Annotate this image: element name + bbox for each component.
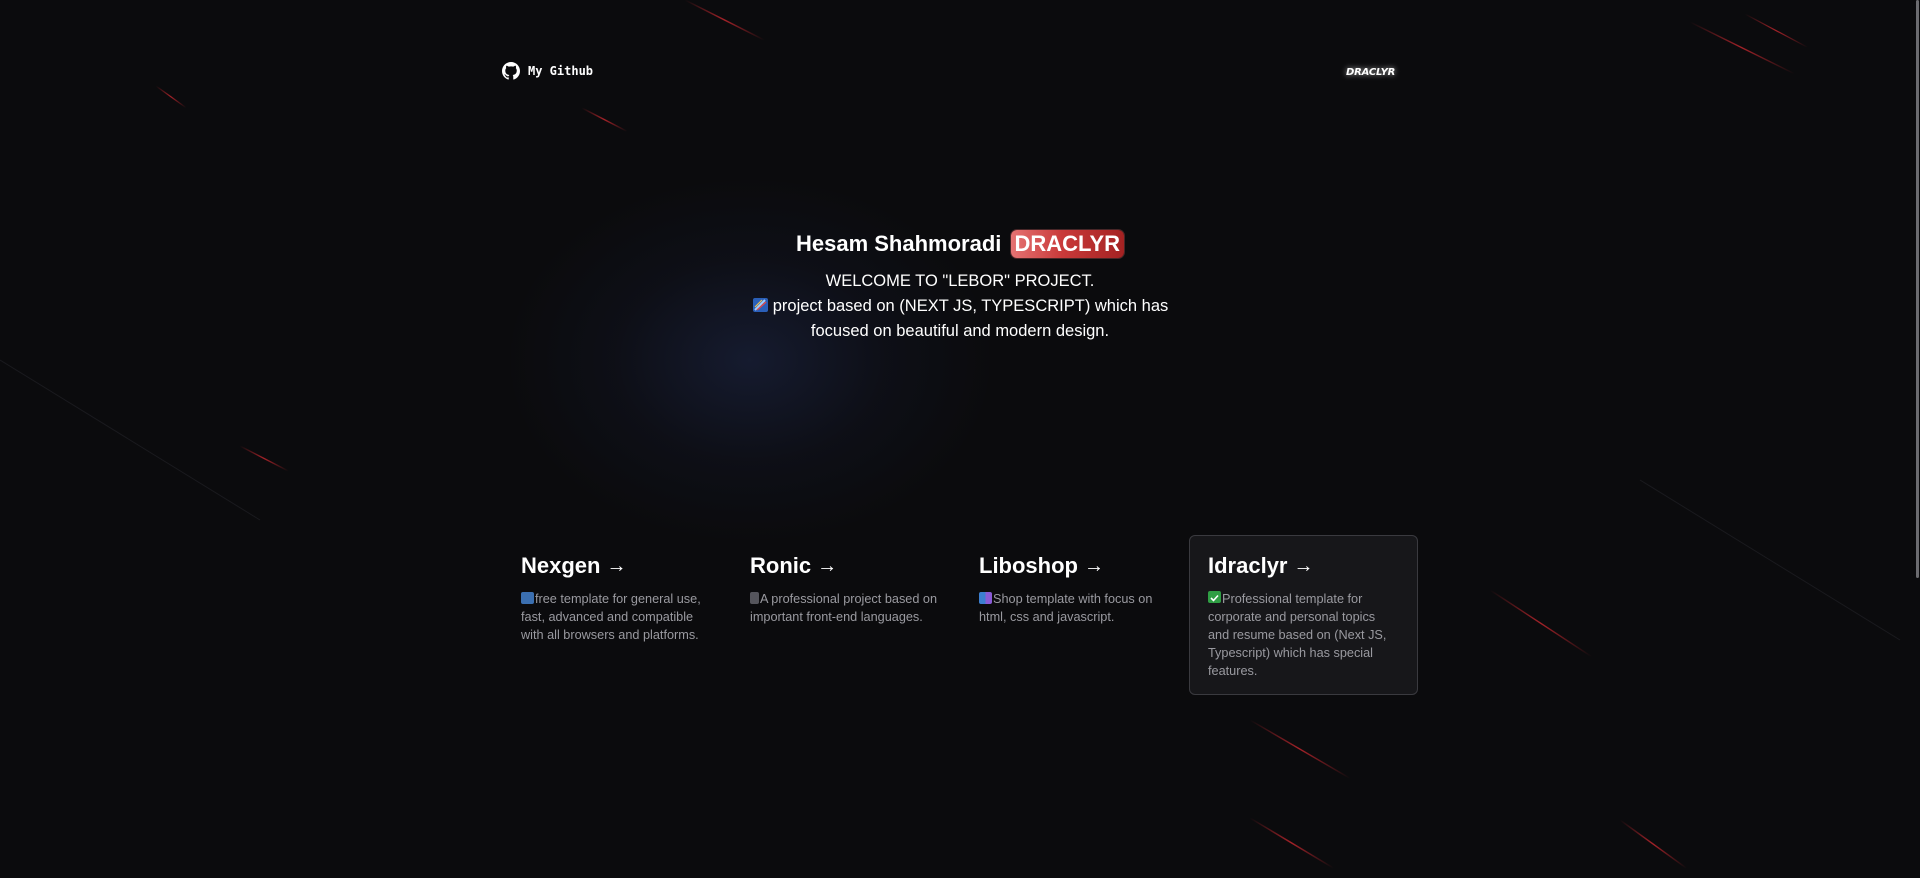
project-cards: Nexgen → free template for general use, … [502,535,1418,695]
page: My Github DRACLYR Hesam Shahmoradi DRACL… [0,0,1920,878]
card-title-text: Ronic [750,553,812,578]
scrollbar-thumb[interactable] [1916,0,1919,578]
card-title: Idraclyr → [1208,552,1399,580]
card-title: Ronic → [750,552,941,580]
streak [581,107,637,137]
shopping-bags-emoji-icon [979,592,992,604]
streak [1689,21,1816,85]
card-description: free template for general use, fast, adv… [521,590,712,644]
rocket-icon [752,296,770,313]
card-description-text: free template for general use, fast, adv… [521,592,701,642]
streak [1639,479,1901,641]
card-description: Professional template for corporate and … [1208,590,1399,680]
project-card-nexgen[interactable]: Nexgen → free template for general use, … [502,535,731,695]
streak [1489,589,1613,671]
github-icon [502,62,520,80]
check-mark-emoji-icon [1208,591,1221,603]
brand-badge: DRACLYR [1010,230,1125,259]
card-description-text: A professional project based on importan… [750,592,938,624]
scrollbar[interactable] [1915,0,1920,878]
card-title-text: Nexgen [521,553,601,578]
card-description-text: Shop template with focus on html, css an… [979,592,1153,624]
hero-line-1: WELCOME TO "LEBOR" PROJECT. [825,272,1095,291]
hero-line-2-wrapper: project based on (NEXT JS, TYPESCRIPT) w… [740,294,1180,319]
card-title: Nexgen → [521,552,712,580]
streak [1249,719,1371,791]
hero: Hesam Shahmoradi DRACLYR WELCOME TO "LEB… [660,226,1260,344]
hero-title: Hesam Shahmoradi DRACLYR [660,226,1260,261]
card-description: Shop template with focus on html, css an… [979,590,1170,626]
card-description-text: Professional template for corporate and … [1208,592,1387,678]
github-link[interactable]: My Github [502,62,593,80]
arrow-right-icon: → [606,555,627,577]
project-card-liboshop[interactable]: Liboshop → Shop template with focus on h… [960,535,1189,695]
streak [1619,819,1701,878]
card-title-text: Idraclyr [1208,553,1288,578]
streak [1744,13,1821,55]
project-card-idraclyr[interactable]: Idraclyr → Professional template for cor… [1189,535,1418,695]
card-title: Liboshop → [979,552,1170,580]
background-streaks [0,0,1901,878]
arrow-right-icon: → [817,555,838,577]
streak [0,359,261,521]
hero-line-2: project based on (NEXT JS, TYPESCRIPT) w… [772,297,1169,316]
project-card-ronic[interactable]: Ronic → A professional project based on … [731,535,960,695]
arrow-right-icon: → [1083,555,1104,577]
arrow-right-icon: → [1293,555,1314,577]
streak [155,85,193,113]
laptop-emoji-icon [521,592,534,604]
card-title-text: Liboshop [979,553,1078,578]
phone-emoji-icon [750,592,759,604]
streak [1249,817,1351,878]
streak [684,0,781,49]
brand-logo[interactable]: DRACLYR [1346,67,1395,78]
github-label: My Github [528,64,594,78]
hero-description: WELCOME TO "LEBOR" PROJECT. project base… [740,269,1180,344]
streak [239,445,299,477]
hero-line-3: focused on beautiful and modern design. [810,322,1110,341]
author-name: Hesam Shahmoradi [795,231,1002,257]
card-description: A professional project based on importan… [750,590,941,626]
